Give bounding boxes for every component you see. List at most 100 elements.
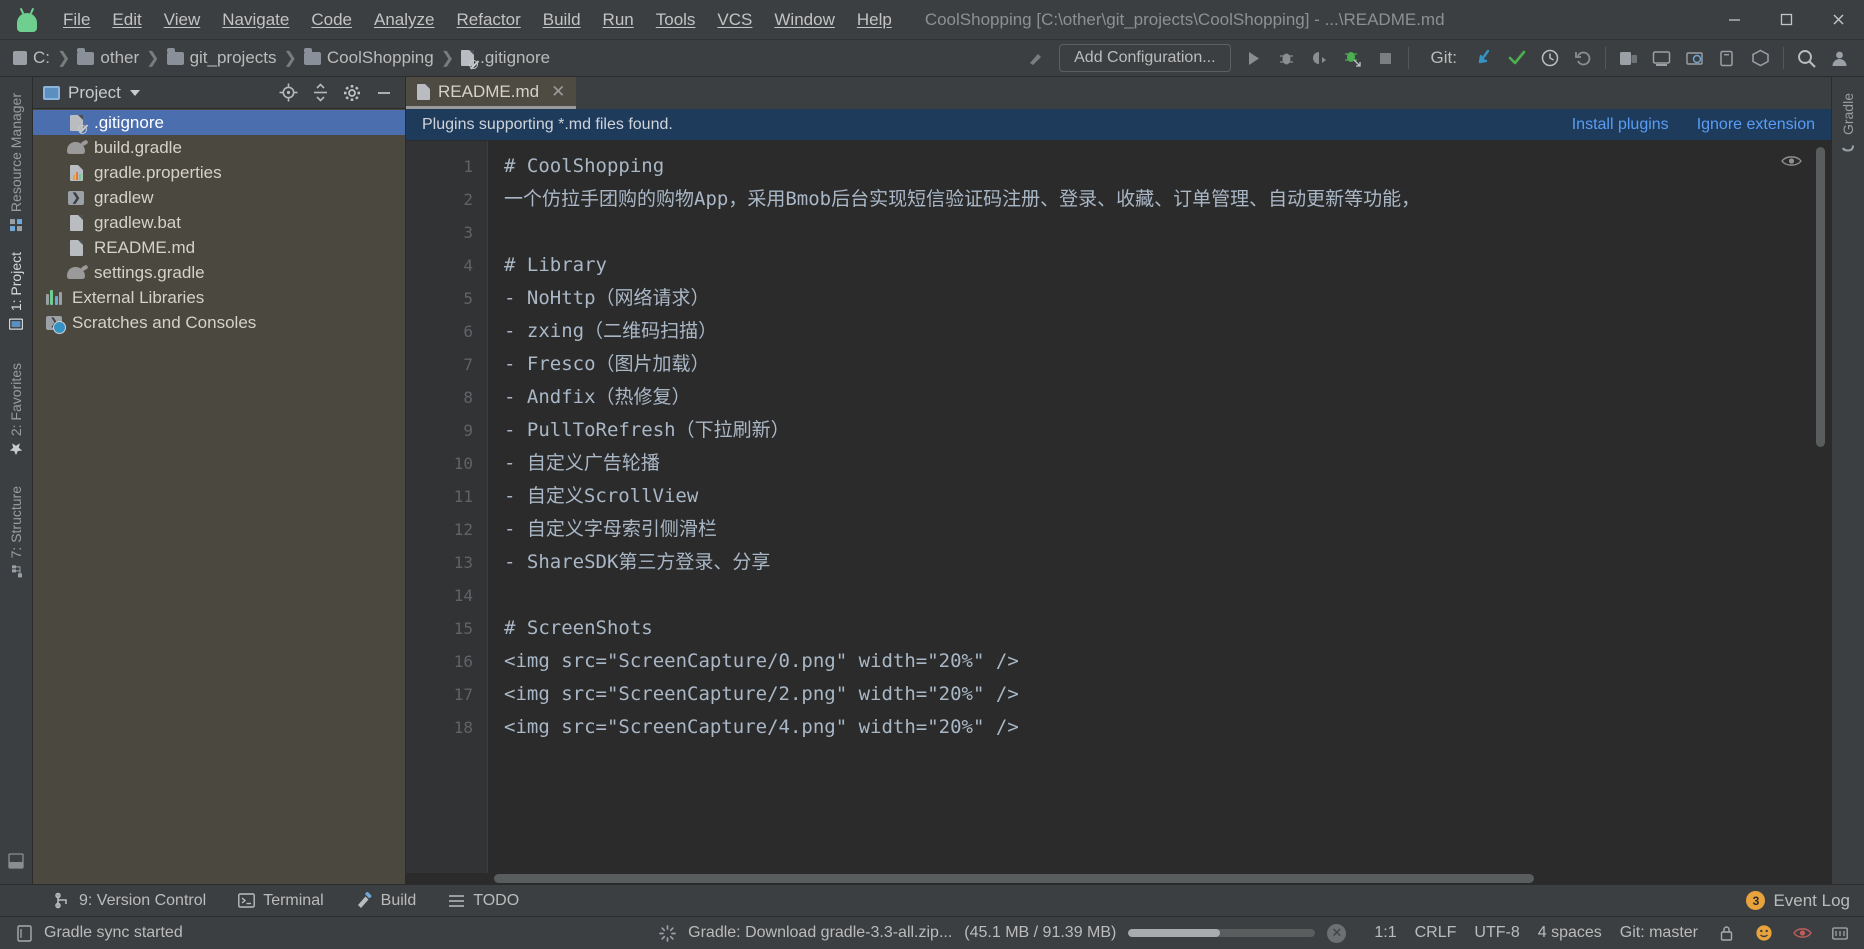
collapse-all-icon[interactable] bbox=[305, 79, 335, 107]
tree-row[interactable]: .gitignore bbox=[33, 110, 405, 135]
run-with-coverage-icon[interactable] bbox=[1303, 43, 1336, 73]
menu-navigate[interactable]: Navigate bbox=[211, 7, 300, 33]
profiler-icon[interactable] bbox=[1336, 43, 1369, 73]
ignore-extension-link[interactable]: Ignore extension bbox=[1697, 116, 1815, 134]
inspection-eye-icon[interactable] bbox=[1792, 923, 1812, 943]
tool-window-version-control[interactable]: 9: Version Control bbox=[38, 885, 222, 917]
tree-row[interactable]: gradlew.bat bbox=[33, 210, 405, 235]
breadcrumb-item-coolshopping[interactable]: CoolShopping bbox=[301, 46, 437, 70]
horizontal-scrollbar-thumb[interactable] bbox=[494, 874, 1534, 883]
caret-position[interactable]: 1:1 bbox=[1374, 924, 1396, 942]
eye-preview-icon[interactable] bbox=[1781, 153, 1802, 167]
indent-setting[interactable]: 4 spaces bbox=[1538, 924, 1602, 942]
window-controls bbox=[1708, 0, 1864, 40]
menu-help[interactable]: Help bbox=[846, 7, 903, 33]
favorites-star-icon bbox=[9, 443, 23, 456]
menu-run[interactable]: Run bbox=[592, 7, 645, 33]
menu-code[interactable]: Code bbox=[300, 7, 363, 33]
maximize-button[interactable] bbox=[1760, 0, 1812, 40]
menu-analyze[interactable]: Analyze bbox=[363, 7, 445, 33]
rail-item-structure[interactable]: 7: Structure bbox=[8, 476, 24, 588]
breadcrumb-item-git-projects[interactable]: git_projects bbox=[164, 46, 280, 70]
tree-row[interactable]: README.md bbox=[33, 235, 405, 260]
avd-manager-icon[interactable] bbox=[1612, 43, 1645, 73]
tree-row[interactable]: ❯ gradlew bbox=[33, 185, 405, 210]
minimize-button[interactable] bbox=[1708, 0, 1760, 40]
toolbar-divider bbox=[1407, 47, 1409, 69]
account-icon[interactable] bbox=[1823, 43, 1856, 73]
menu-build[interactable]: Build bbox=[532, 7, 592, 33]
menu-view[interactable]: View bbox=[153, 7, 212, 33]
close-icon[interactable]: ✕ bbox=[551, 82, 565, 102]
chevron-down-icon[interactable] bbox=[129, 89, 140, 96]
install-plugins-link[interactable]: Install plugins bbox=[1572, 116, 1669, 134]
sdk-manager-icon[interactable] bbox=[1645, 43, 1678, 73]
todo-list-icon bbox=[449, 894, 465, 907]
menu-refactor[interactable]: Refactor bbox=[445, 7, 531, 33]
tool-window-todo[interactable]: TODO bbox=[432, 885, 535, 917]
search-everywhere-icon[interactable] bbox=[1790, 43, 1823, 73]
tree-row[interactable]: settings.gradle bbox=[33, 260, 405, 285]
background-task-area: Gradle: Download gradle-3.3-all.zip... (… bbox=[659, 923, 1347, 943]
git-branch[interactable]: Git: master bbox=[1620, 924, 1698, 942]
tree-row[interactable]: build.gradle bbox=[33, 135, 405, 160]
device-file-explorer-icon[interactable] bbox=[1711, 43, 1744, 73]
menu-vcs[interactable]: VCS bbox=[706, 7, 763, 33]
close-button[interactable] bbox=[1812, 0, 1864, 40]
vcs-update-icon[interactable] bbox=[1467, 43, 1500, 73]
tree-row[interactable]: ❯ Scratches and Consoles bbox=[33, 310, 405, 335]
layout-inspector-icon[interactable] bbox=[1678, 43, 1711, 73]
horizontal-scrollbar-track[interactable] bbox=[406, 873, 1831, 884]
line-separator[interactable]: CRLF bbox=[1415, 924, 1457, 942]
event-log-label[interactable]: Event Log bbox=[1773, 891, 1850, 911]
editor-tab-readme[interactable]: README.md ✕ bbox=[406, 77, 577, 109]
status-bar: Gradle sync started Gradle: Download gra… bbox=[0, 916, 1864, 949]
vcs-rollback-icon[interactable] bbox=[1566, 43, 1599, 73]
code-line: <img src="ScreenCapture/4.png" width="20… bbox=[504, 716, 1019, 738]
rail-item-favorites[interactable]: 2: Favorites bbox=[8, 353, 24, 466]
vcs-history-icon[interactable] bbox=[1533, 43, 1566, 73]
breadcrumb-item-drive[interactable]: C: bbox=[10, 46, 53, 70]
project-structure-icon[interactable] bbox=[1744, 43, 1777, 73]
tree-row[interactable]: gradle.properties bbox=[33, 160, 405, 185]
tool-window-terminal[interactable]: Terminal bbox=[222, 885, 339, 917]
file-encoding[interactable]: UTF-8 bbox=[1474, 924, 1519, 942]
menu-edit[interactable]: Edit bbox=[101, 7, 152, 33]
locate-file-icon[interactable] bbox=[273, 79, 303, 107]
rail-structure-bottom-icon[interactable] bbox=[8, 853, 24, 884]
breadcrumb-item-gitignore[interactable]: .gitignore bbox=[458, 46, 553, 70]
tool-window-build[interactable]: Build bbox=[340, 885, 433, 917]
gradle-file-icon bbox=[67, 264, 85, 282]
vcs-commit-icon[interactable] bbox=[1500, 43, 1533, 73]
gear-icon[interactable] bbox=[337, 79, 367, 107]
build-hammer-icon[interactable] bbox=[1020, 43, 1053, 73]
breadcrumb-item-other[interactable]: other bbox=[74, 46, 142, 70]
code-line: <img src="ScreenCapture/0.png" width="20… bbox=[504, 650, 1019, 672]
code-content[interactable]: # CoolShopping 一个仿拉手团购的购物App，采用Bmob后台实现短… bbox=[488, 141, 1831, 873]
project-file-tree: .gitignore build.gradle gradle.propertie… bbox=[33, 109, 405, 884]
breadcrumb-separator-icon: ❯ bbox=[146, 50, 160, 67]
menu-file[interactable]: File bbox=[52, 7, 101, 33]
feedback-smiley-icon[interactable] bbox=[1754, 923, 1774, 943]
code-line: - ShareSDK第三方登录、分享 bbox=[504, 551, 771, 573]
read-only-lock-icon[interactable] bbox=[1716, 923, 1736, 943]
menu-window[interactable]: Window bbox=[763, 7, 845, 33]
tree-row[interactable]: External Libraries bbox=[33, 285, 405, 310]
ide-message-icon[interactable] bbox=[14, 923, 34, 943]
vertical-scrollbar[interactable] bbox=[1816, 147, 1825, 447]
memory-indicator-icon[interactable] bbox=[1830, 923, 1850, 943]
add-configuration-button[interactable]: Add Configuration... bbox=[1059, 44, 1231, 72]
rail-item-resource-manager[interactable]: Resource Manager bbox=[8, 83, 24, 242]
hide-panel-icon[interactable] bbox=[369, 79, 399, 107]
code-editor[interactable]: 1 2 3 4 5 6 7 8 9 10 11 12 13 14 15 16 1 bbox=[406, 141, 1831, 873]
cancel-task-button[interactable]: ✕ bbox=[1327, 923, 1347, 943]
menu-tools[interactable]: Tools bbox=[645, 7, 707, 33]
run-icon[interactable] bbox=[1237, 43, 1270, 73]
status-message-area: Gradle sync started bbox=[14, 923, 183, 943]
debug-icon[interactable] bbox=[1270, 43, 1303, 73]
rail-item-project[interactable]: 1: Project bbox=[8, 242, 24, 341]
rail-item-gradle[interactable]: Gradle bbox=[1840, 83, 1856, 165]
stop-icon[interactable] bbox=[1369, 43, 1402, 73]
event-log-area: 3 Event Log bbox=[1746, 891, 1864, 911]
progress-bar bbox=[1128, 929, 1316, 937]
